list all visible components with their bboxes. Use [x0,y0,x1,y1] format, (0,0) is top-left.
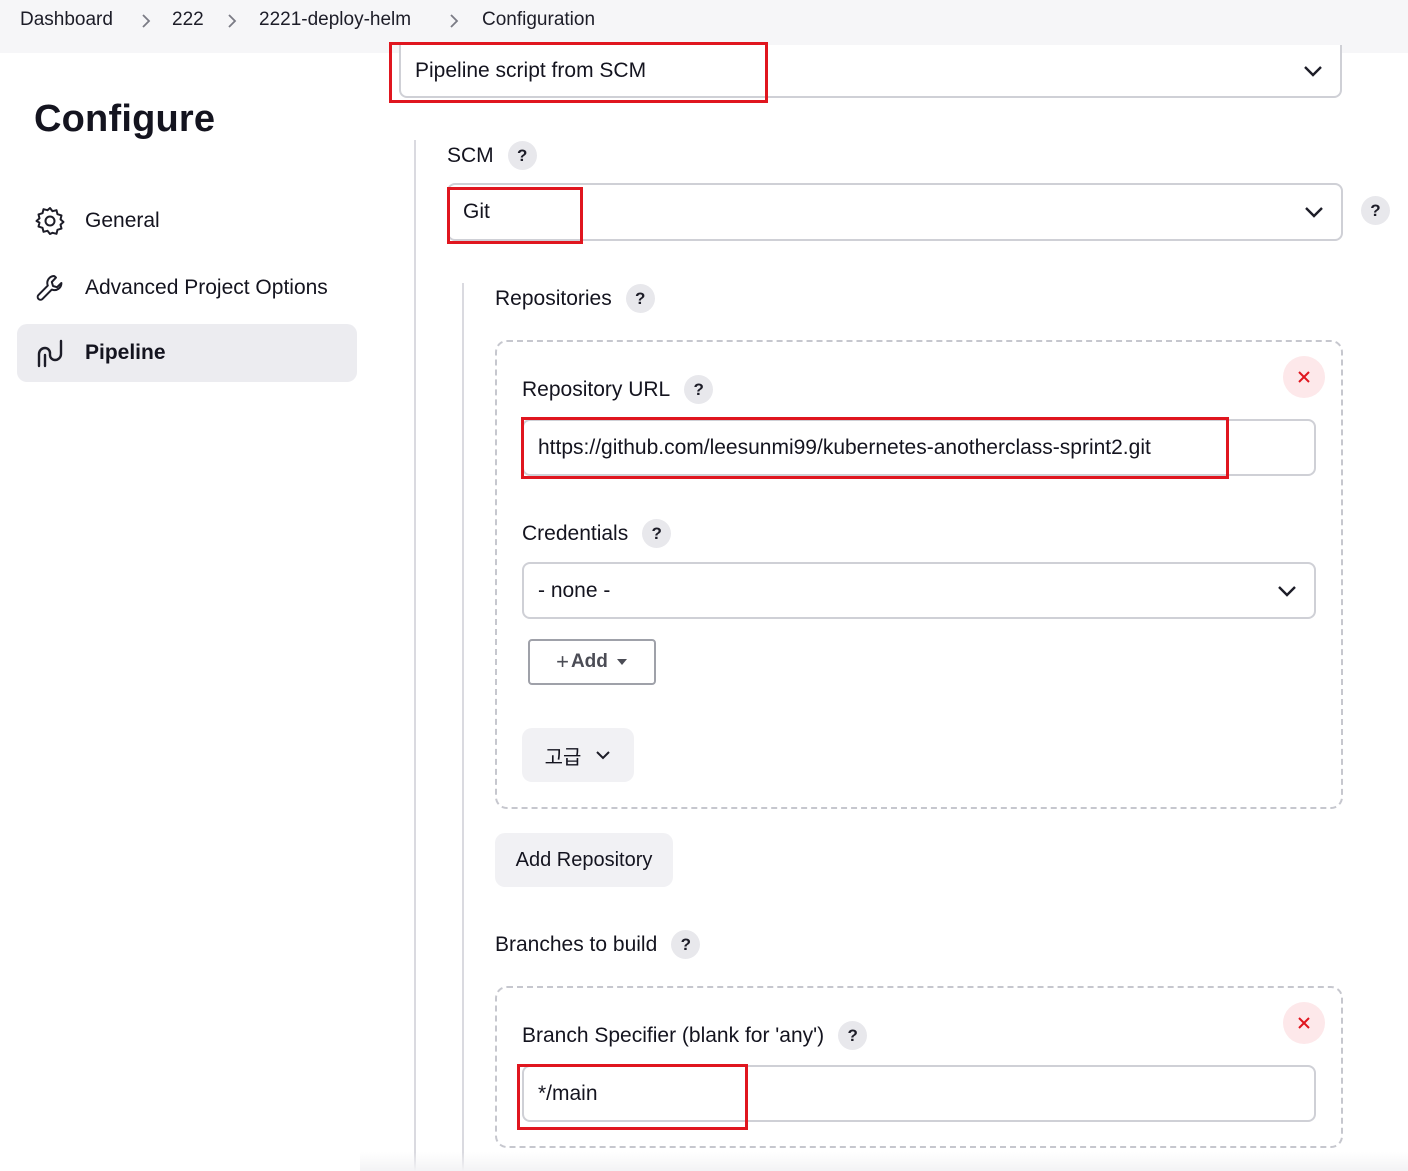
close-icon[interactable] [1283,1002,1325,1044]
wrench-icon [33,271,67,305]
repository-url-input[interactable]: https://github.com/leesunmi99/kubernetes… [522,419,1316,476]
advanced-button[interactable]: 고급 [522,728,634,782]
bottom-fade [360,1152,1408,1171]
branch-specifier-input[interactable]: */main [522,1065,1316,1122]
credentials-value: - none - [538,578,611,602]
sidebar-item-label: General [85,209,160,232]
chevron-down-icon [1278,585,1296,597]
pipeline-icon [33,336,67,370]
repositories-label: Repositories ? [495,284,655,313]
breadcrumb-configuration[interactable]: Configuration [482,9,595,31]
repository-url-label: Repository URL ? [522,375,714,404]
close-icon[interactable] [1283,356,1325,398]
add-repository-button[interactable]: Add Repository [495,833,673,887]
caret-down-icon [616,659,627,665]
scm-value: Git [463,200,490,223]
advanced-label: 고급 [544,746,582,769]
breadcrumb-dashboard[interactable]: Dashboard [20,9,113,31]
branch-specifier-label: Branch Specifier (blank for 'any') ? [522,1021,868,1050]
chevron-right-icon [447,9,461,33]
scm-select[interactable]: Git [447,183,1343,241]
branches-label: Branches to build ? [495,930,701,959]
help-icon[interactable]: ? [671,930,701,959]
chevron-right-icon [225,9,239,33]
gear-icon [33,204,67,238]
chevron-down-icon [596,751,611,760]
scm-label: SCM ? [447,141,537,170]
sidebar-item-advanced-project-options[interactable]: Advanced Project Options [17,259,357,317]
definition-value: Pipeline script from SCM [415,58,647,82]
help-icon[interactable]: ? [1361,196,1390,225]
section-divider [414,140,416,1171]
help-icon[interactable]: ? [507,141,537,170]
chevron-down-icon [1304,65,1322,77]
sidebar-item-general[interactable]: General [17,192,357,250]
credentials-label: Credentials ? [522,519,672,548]
help-icon[interactable]: ? [642,519,672,548]
help-icon[interactable]: ? [684,375,714,404]
page-title: Configure [34,98,216,140]
credentials-select[interactable]: - none - [522,562,1316,619]
add-credentials-button[interactable]: + Add [528,639,656,685]
breadcrumb-folder[interactable]: 222 [172,9,204,31]
definition-select[interactable]: Pipeline script from SCM [399,45,1342,98]
plus-icon: + [556,649,569,674]
chevron-right-icon [139,9,153,33]
sidebar-item-label: Pipeline [85,341,166,364]
add-button-label: Add [570,651,608,672]
sidebar-item-pipeline[interactable]: Pipeline [17,324,357,382]
help-icon[interactable]: ? [838,1021,868,1050]
sidebar-item-label: Advanced Project Options [85,276,328,299]
help-icon[interactable]: ? [625,284,655,313]
section-divider [462,283,464,1171]
breadcrumb-job[interactable]: 2221-deploy-helm [259,9,411,31]
chevron-down-icon [1305,207,1323,218]
